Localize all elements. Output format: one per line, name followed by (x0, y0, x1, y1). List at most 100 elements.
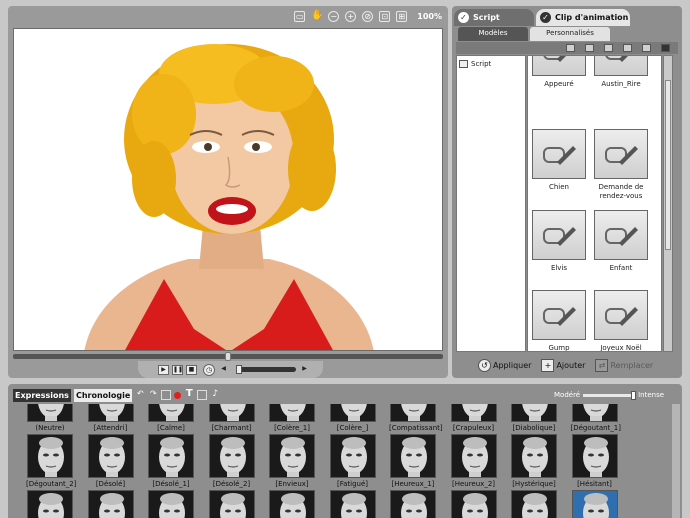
tab-clip[interactable]: ✓ Clip d'animation (536, 9, 630, 26)
volume-slider[interactable] (236, 365, 296, 374)
add-button[interactable]: + Ajouter (541, 358, 585, 372)
music-icon[interactable]: ♪ (210, 390, 220, 400)
tab-timeline[interactable]: Chronologie (73, 388, 133, 402)
play-icon[interactable]: ▶ (158, 364, 169, 375)
tile-label: Joyeux Noël (600, 344, 642, 352)
undo-icon[interactable]: ↶ (135, 390, 145, 400)
expression-item[interactable]: [Calme] (147, 404, 195, 432)
expression-item[interactable] (571, 490, 619, 518)
tile-austin-rire[interactable]: Austin_Rire (594, 56, 648, 89)
tab-script[interactable]: ✓ Script (454, 9, 534, 26)
folder-icon[interactable] (566, 44, 575, 52)
expression-item[interactable]: [Heureux_1] (389, 434, 437, 488)
tile-joyeux-noel[interactable]: Joyeux Noël (594, 290, 648, 352)
expression-thumbnail (390, 434, 436, 478)
expression-item[interactable]: [Hésitant] (571, 434, 619, 488)
intensity-handle[interactable] (631, 390, 637, 400)
expression-item[interactable]: [Désolé_2] (208, 434, 256, 488)
apply-button[interactable]: ↺ Appliquer (478, 358, 531, 372)
expression-item[interactable]: [Colère_1] (268, 404, 316, 432)
expression-label: [Heureux_1] (391, 480, 435, 488)
redo-icon[interactable]: ↷ (148, 390, 158, 400)
expression-thumbnail (450, 434, 497, 478)
replace-button[interactable]: ⇄ Remplacer (595, 358, 653, 372)
tree-item-script[interactable]: Script (457, 56, 525, 72)
expression-item[interactable]: [Dégoutant_1] (570, 404, 622, 432)
scrubber-handle[interactable] (225, 352, 231, 361)
expression-item[interactable]: [Envieux] (268, 434, 316, 488)
image-icon[interactable] (197, 390, 208, 400)
expression-item[interactable] (268, 490, 316, 518)
timeline-scrubber[interactable] (13, 352, 443, 361)
expression-item[interactable]: [Compatissant] (389, 404, 443, 432)
stop-icon[interactable]: ■ (186, 364, 197, 375)
expression-item[interactable] (147, 490, 195, 518)
fit-icon[interactable]: ▭ (294, 10, 306, 22)
hand-icon[interactable]: ✋ (311, 10, 323, 22)
copy-icon[interactable] (604, 44, 613, 52)
text-icon[interactable]: T (184, 389, 194, 400)
expression-scrollbar[interactable] (672, 404, 680, 518)
speaker-icon[interactable]: ◀ (218, 365, 229, 375)
intensity-slider[interactable] (583, 390, 637, 400)
expression-item[interactable]: (Neutre) (26, 404, 74, 432)
tab-expressions[interactable]: Expressions (13, 388, 71, 402)
edit-script-icon (605, 307, 638, 326)
expression-item[interactable] (26, 490, 74, 518)
expression-item[interactable] (389, 490, 437, 518)
edit-script-icon (543, 307, 576, 326)
expression-item[interactable]: [Diabolique] (510, 404, 558, 432)
expression-item[interactable]: [Hystérique] (510, 434, 558, 488)
expression-item[interactable]: [Désolé] (87, 434, 135, 488)
delete-icon[interactable] (642, 44, 651, 52)
expression-item[interactable]: [Colère_] (329, 404, 377, 432)
tile-grid-scrollbar[interactable] (663, 55, 673, 352)
expression-item[interactable] (329, 490, 377, 518)
volume-handle[interactable] (236, 365, 242, 374)
slider-min-label: Modéré (554, 391, 581, 399)
expression-item[interactable]: [Attendri] (87, 404, 135, 432)
expression-item[interactable]: [Heureux_2] (450, 434, 498, 488)
expression-item[interactable]: [Désolé_1] (147, 434, 195, 488)
subtab-models[interactable]: Modèles (458, 27, 528, 41)
zoom-in-icon[interactable]: + (345, 10, 357, 22)
tile-chien[interactable]: Chien (532, 129, 586, 192)
expression-item[interactable] (450, 490, 498, 518)
new-icon[interactable] (585, 44, 594, 52)
tile-enfant[interactable]: Enfant (594, 210, 648, 273)
script-tile-grid: Appeuré Austin_Rire Chien Demande de ren… (527, 55, 662, 352)
clock-icon[interactable]: ◷ (203, 363, 215, 376)
record-icon[interactable] (174, 391, 182, 399)
expression-item[interactable]: [Crapuleux] (450, 404, 498, 432)
speaker-loud-icon[interactable]: ▶ (299, 365, 310, 375)
expression-item[interactable]: [Dégoutant_2] (26, 434, 77, 488)
zoom-out-icon[interactable]: − (328, 10, 340, 22)
subtab-custom[interactable]: Personnalisés (530, 27, 610, 41)
tile-gump[interactable]: Gump (532, 290, 586, 351)
scrollbar-thumb[interactable] (665, 80, 671, 250)
expression-item[interactable]: [Fatigué] (329, 434, 377, 488)
render-canvas[interactable] (13, 28, 443, 351)
zoom-level[interactable]: 100% (417, 12, 442, 21)
expression-thumbnail (269, 490, 315, 518)
paste-icon[interactable] (623, 44, 632, 52)
no-zoom-icon[interactable]: ⊘ (362, 10, 374, 22)
expression-label: [Dégoutant_1] (570, 424, 622, 432)
zoom-box-icon[interactable]: ⊡ (379, 10, 391, 22)
page-icon[interactable] (161, 390, 172, 400)
apply-icon: ↺ (478, 358, 491, 372)
zoom-fit-icon[interactable]: ⊞ (396, 10, 408, 22)
expression-item[interactable] (510, 490, 558, 518)
expression-label: [Colère_] (336, 424, 369, 432)
expression-item[interactable] (87, 490, 135, 518)
hair-side-left (132, 141, 176, 217)
view-icon[interactable] (661, 44, 670, 52)
tile-elvis[interactable]: Elvis (532, 210, 586, 273)
expression-item[interactable] (208, 490, 256, 518)
tile-demande-rendez-vous[interactable]: Demande de rendez-vous (594, 129, 648, 201)
tile-appeure[interactable]: Appeuré (532, 56, 586, 89)
expression-item[interactable]: [Charmant] (208, 404, 256, 432)
expression-thumbnail (87, 434, 134, 478)
pause-icon[interactable]: ❚❚ (172, 364, 183, 375)
expression-thumbnail (208, 434, 255, 478)
